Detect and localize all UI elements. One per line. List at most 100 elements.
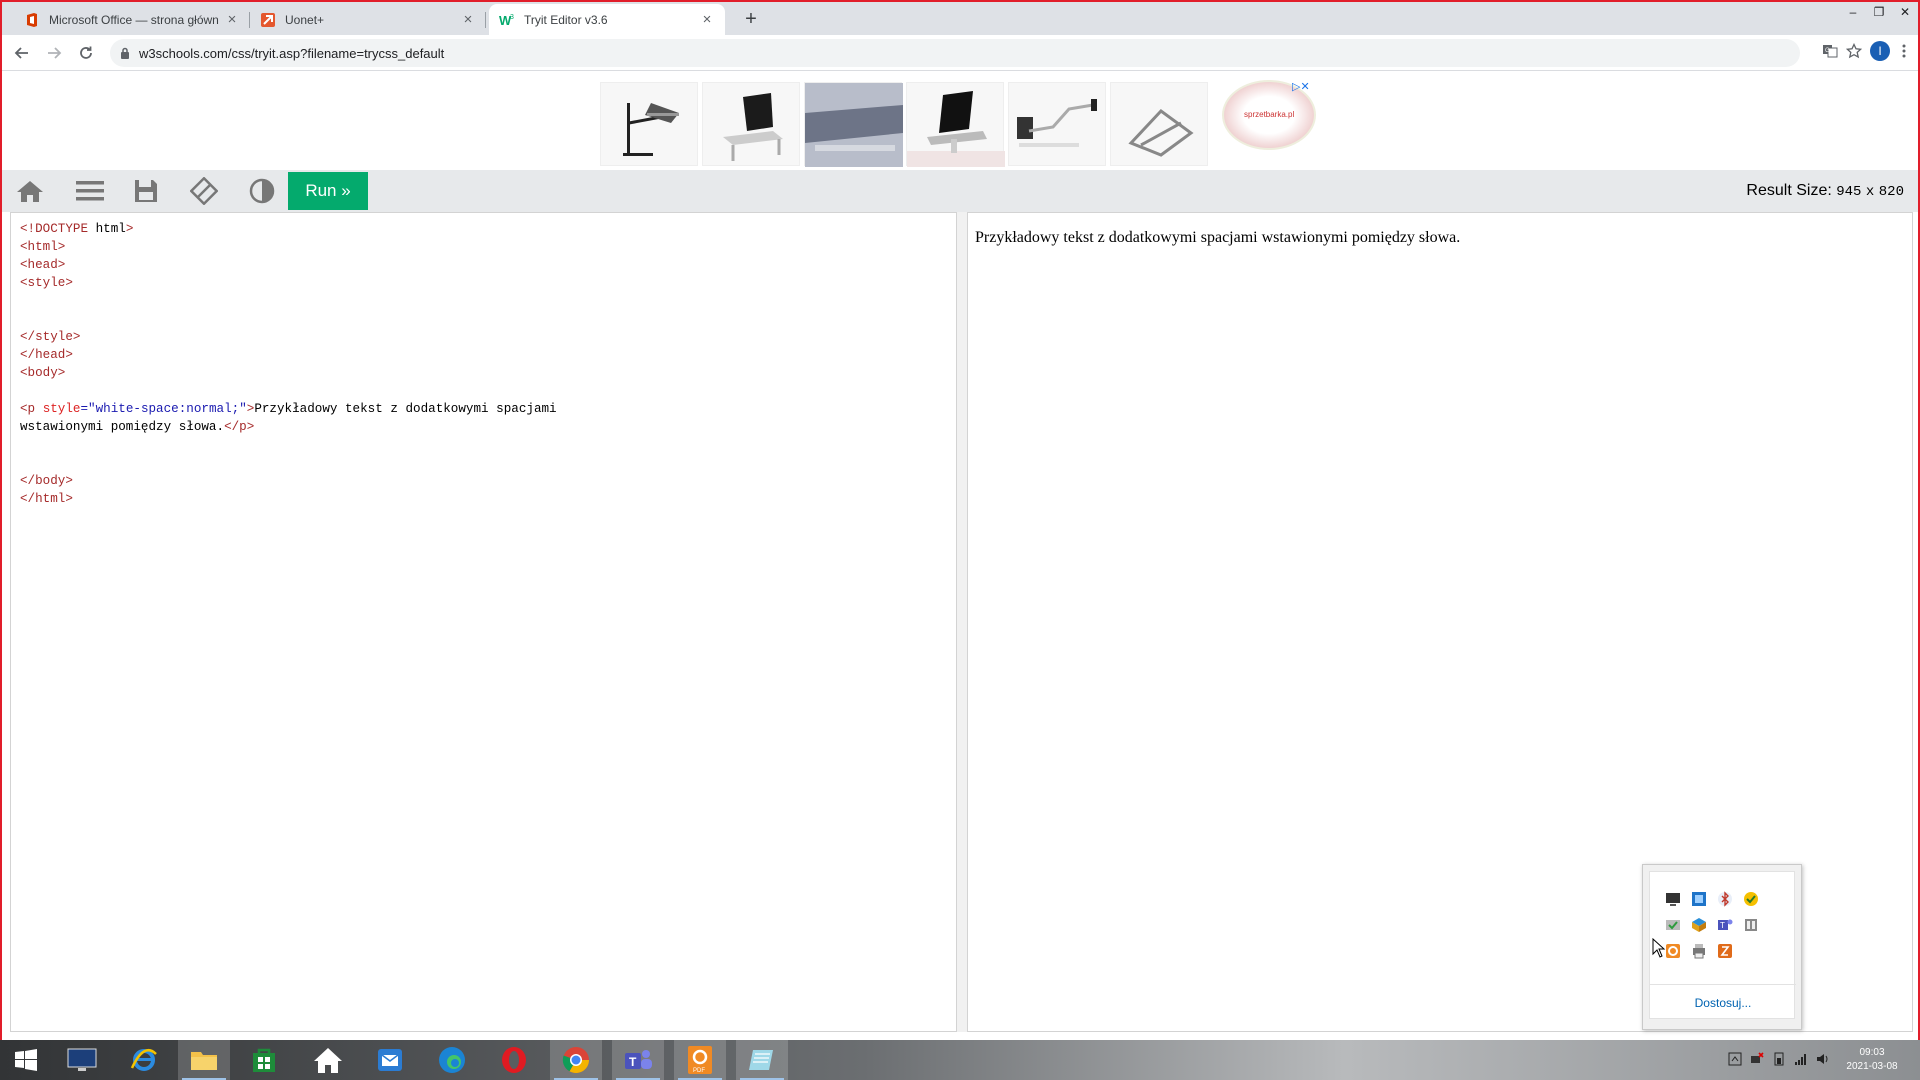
mouse-cursor-icon (1652, 938, 1666, 958)
new-tab-button[interactable]: + (738, 6, 764, 32)
opera-icon (502, 1047, 526, 1073)
reload-icon (80, 46, 92, 59)
taskbar-internet-explorer[interactable] (118, 1040, 170, 1080)
result-size-indicator: Result Size: 945 x 820 (1746, 182, 1904, 200)
ad-product-image[interactable] (804, 82, 903, 167)
taskbar-mail[interactable] (364, 1040, 416, 1080)
close-icon[interactable]: × (699, 11, 715, 28)
contrast-icon (249, 178, 275, 204)
url-text: w3schools.com/css/tryit.asp?filename=try… (139, 45, 445, 61)
teams-icon[interactable]: T (1716, 916, 1734, 934)
code-line: <p style="white-space:normal;">Przykłado… (20, 402, 557, 416)
translate-icon[interactable]: G (1822, 43, 1838, 59)
ad-product-image[interactable] (600, 82, 698, 166)
code-line: <head> (20, 258, 66, 272)
file-explorer-icon (191, 1052, 217, 1070)
taskbar-lenovo[interactable] (56, 1040, 108, 1080)
menu-button[interactable] (74, 178, 106, 204)
pdf-icon: PDF (688, 1046, 712, 1074)
wifi-signal-icon[interactable] (1794, 1052, 1808, 1066)
address-bar[interactable]: w3schools.com/css/tryit.asp?filename=try… (110, 39, 1800, 67)
code-line: </style> (20, 330, 81, 344)
taskbar-chrome[interactable] (550, 1040, 602, 1080)
tab-label: Tryit Editor v3.6 (524, 12, 608, 27)
ad-product-image[interactable] (906, 82, 1005, 167)
app-icon[interactable] (1716, 942, 1734, 960)
taskbar-file-explorer[interactable] (178, 1040, 230, 1080)
close-icon[interactable]: × (460, 11, 476, 28)
rotate-layout-button[interactable] (188, 177, 220, 205)
restore-button[interactable]: ❐ (1866, 2, 1892, 24)
bookmark-star-icon[interactable] (1846, 43, 1862, 59)
ad-product-image[interactable] (1008, 82, 1106, 166)
tab-uonet[interactable]: Uonet+ × (250, 4, 486, 35)
code-text[interactable]: <!DOCTYPE html> <html> <head> <style> </… (11, 213, 956, 508)
theme-toggle-button[interactable] (246, 178, 278, 204)
printer-icon[interactable] (1690, 942, 1708, 960)
taskbar-store[interactable] (238, 1040, 290, 1080)
bluetooth-icon[interactable] (1716, 890, 1734, 908)
internet-explorer-icon (130, 1049, 157, 1071)
reload-button[interactable] (74, 41, 98, 65)
customize-link[interactable]: Dostosuj... (1650, 996, 1796, 1010)
volume-icon[interactable] (1816, 1052, 1830, 1066)
menu-icon (76, 181, 104, 201)
pane-divider[interactable] (957, 212, 967, 1032)
taskbar-edge[interactable] (426, 1040, 478, 1080)
result-x: x (1865, 184, 1875, 200)
code-editor[interactable]: <!DOCTYPE html> <html> <head> <style> </… (10, 212, 957, 1032)
network-icon[interactable] (1690, 890, 1708, 908)
close-window-button[interactable]: ✕ (1892, 2, 1918, 24)
result-paragraph: Przykładowy tekst z dodatkowymi spacjami… (975, 229, 1461, 246)
taskbar-pdf[interactable]: PDF (674, 1040, 726, 1080)
code-line: </html> (20, 492, 73, 506)
run-button[interactable]: Run » (288, 172, 368, 210)
start-button[interactable] (0, 1040, 52, 1080)
lock-icon[interactable] (120, 47, 130, 59)
minimize-button[interactable]: – (1840, 2, 1866, 24)
profile-avatar[interactable]: I (1870, 41, 1890, 61)
tryit-toolbar: Run » Result Size: 945 x 820 (2, 170, 1918, 212)
taskbar-home[interactable] (302, 1040, 354, 1080)
result-size-label: Result Size: (1746, 182, 1832, 199)
back-button[interactable] (10, 41, 34, 65)
taskbar-notepad[interactable] (736, 1040, 788, 1080)
monitor-icon[interactable] (1664, 890, 1682, 908)
code-line: <style> (20, 276, 73, 290)
teams-icon: T (625, 1050, 652, 1069)
update-icon[interactable] (1742, 890, 1760, 908)
svg-text:T: T (1720, 921, 1725, 930)
svg-text:T: T (629, 1055, 637, 1069)
security-icon[interactable] (1664, 916, 1682, 934)
w3schools-icon: W3 (499, 13, 514, 28)
network-status-icon[interactable] (1750, 1052, 1764, 1066)
ad-product-image[interactable] (1110, 82, 1208, 166)
battery-icon[interactable] (1772, 1052, 1786, 1066)
svg-text:G: G (1825, 48, 1830, 54)
menu-kebab-icon[interactable] (1898, 43, 1910, 59)
office-icon (27, 12, 37, 27)
close-icon[interactable]: × (224, 11, 240, 28)
taskbar-opera[interactable] (488, 1040, 540, 1080)
home-button[interactable] (14, 178, 46, 204)
chrome-icon (562, 1047, 590, 1074)
show-hidden-icons-icon[interactable] (1728, 1052, 1742, 1066)
ad-logo-text: sprzetbarka.pl (1244, 110, 1295, 119)
taskbar-teams[interactable]: T (612, 1040, 664, 1080)
tray-overflow-popup: T Dostosuj... (1642, 864, 1802, 1030)
save-button[interactable] (130, 178, 162, 204)
forward-arrow-icon (48, 47, 62, 59)
tray-separator (1650, 984, 1796, 985)
ad-banner[interactable]: sprzetbarka.pl ▷✕ (2, 72, 1918, 172)
forward-button[interactable] (42, 41, 66, 65)
pdf-tray-icon[interactable] (1664, 942, 1682, 960)
ad-product-image[interactable] (702, 82, 800, 166)
package-icon[interactable] (1690, 916, 1708, 934)
tab-tryit-editor[interactable]: W3 Tryit Editor v3.6 × (489, 4, 725, 35)
tab-microsoft-office[interactable]: Microsoft Office — strona główn × (14, 4, 250, 35)
taskbar: T PDF 09:03 2021-03-08 (0, 1040, 1920, 1080)
hardware-icon[interactable] (1742, 916, 1760, 934)
taskbar-clock[interactable]: 09:03 2021-03-08 (1832, 1046, 1912, 1074)
code-line: </body> (20, 474, 73, 488)
ad-choices-close[interactable]: ▷✕ (1292, 80, 1310, 93)
